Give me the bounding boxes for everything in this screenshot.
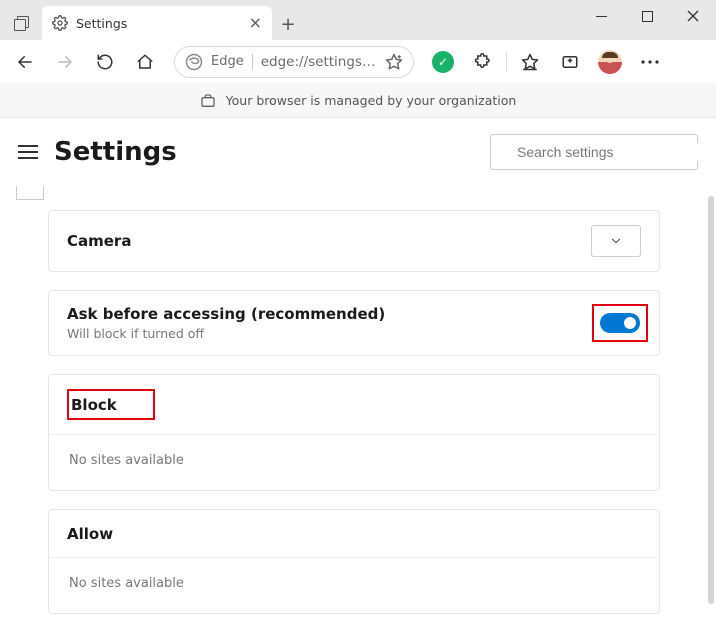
allow-section: Allow No sites available — [48, 509, 660, 614]
chevron-down-icon — [609, 234, 623, 248]
minimize-icon — [596, 11, 607, 22]
ask-subtitle: Will block if turned off — [67, 326, 385, 341]
back-button[interactable] — [8, 45, 42, 79]
allow-body: No sites available — [49, 558, 659, 613]
toggle-highlight — [592, 304, 648, 342]
profile-button[interactable] — [593, 45, 627, 79]
edge-logo-icon — [185, 53, 203, 71]
allow-title: Allow — [67, 525, 113, 543]
favorite-button[interactable] — [385, 53, 403, 71]
close-icon — [687, 10, 699, 22]
camera-title: Camera — [67, 232, 131, 250]
vertical-scrollbar[interactable] — [708, 196, 714, 604]
forward-button[interactable] — [48, 45, 82, 79]
ellipsis-icon — [641, 60, 659, 64]
page-title: Settings — [54, 137, 177, 167]
home-icon — [136, 53, 154, 71]
settings-content: Camera Ask before accessing (recommended… — [0, 186, 716, 621]
tab-actions-button[interactable] — [2, 6, 42, 40]
avatar-icon — [598, 50, 622, 74]
collections-icon — [561, 53, 579, 71]
maximize-button[interactable] — [624, 0, 670, 32]
browser-toolbar: Edge edge://settings… ✓ — [0, 40, 716, 84]
arrow-left-icon — [16, 53, 34, 71]
window-controls — [578, 0, 716, 32]
search-input-wrapper[interactable] — [490, 134, 698, 170]
toolbar-divider — [506, 52, 507, 72]
arrow-right-icon — [56, 53, 74, 71]
checkmark-circle-icon: ✓ — [432, 51, 454, 73]
search-input[interactable] — [515, 143, 700, 161]
block-title: Block — [71, 396, 117, 414]
star-outline-icon — [521, 53, 539, 71]
managed-org-text: Your browser is managed by your organiza… — [226, 93, 517, 108]
tab-stack-icon — [14, 16, 30, 30]
camera-expand-button[interactable] — [591, 225, 641, 257]
briefcase-icon — [200, 93, 216, 109]
more-button[interactable] — [633, 45, 667, 79]
minimize-button[interactable] — [578, 0, 624, 32]
address-separator — [252, 54, 253, 70]
settings-menu-button[interactable] — [18, 145, 38, 159]
ask-before-accessing-toggle[interactable] — [600, 313, 640, 333]
maximize-icon — [642, 11, 653, 22]
new-tab-button[interactable]: + — [272, 8, 304, 40]
block-section: Block No sites available — [48, 374, 660, 491]
refresh-button[interactable] — [88, 45, 122, 79]
refresh-icon — [96, 53, 114, 71]
favorites-button[interactable] — [513, 45, 547, 79]
block-body: No sites available — [49, 435, 659, 490]
extension-green-button[interactable]: ✓ — [426, 45, 460, 79]
camera-header-card: Camera — [48, 210, 660, 272]
close-window-button[interactable] — [670, 0, 716, 32]
close-tab-button[interactable]: × — [249, 15, 262, 31]
ask-title: Ask before accessing (recommended) — [67, 305, 385, 323]
home-button[interactable] — [128, 45, 162, 79]
star-icon — [385, 53, 403, 71]
extensions-button[interactable] — [466, 45, 500, 79]
browser-tab-settings[interactable]: Settings × — [42, 6, 272, 40]
address-url: edge://settings… — [261, 54, 377, 70]
gear-icon — [52, 15, 68, 31]
window-titlebar: Settings × + — [0, 0, 716, 40]
collections-button[interactable] — [553, 45, 587, 79]
camera-ask-card: Ask before accessing (recommended) Will … — [48, 290, 660, 356]
tab-title: Settings — [76, 16, 241, 31]
block-highlight: Block — [67, 389, 155, 420]
puzzle-icon — [474, 53, 492, 71]
address-prefix: Edge — [211, 54, 244, 69]
settings-header: Settings — [0, 118, 716, 186]
managed-org-banner: Your browser is managed by your organiza… — [0, 84, 716, 118]
address-bar[interactable]: Edge edge://settings… — [174, 46, 414, 78]
